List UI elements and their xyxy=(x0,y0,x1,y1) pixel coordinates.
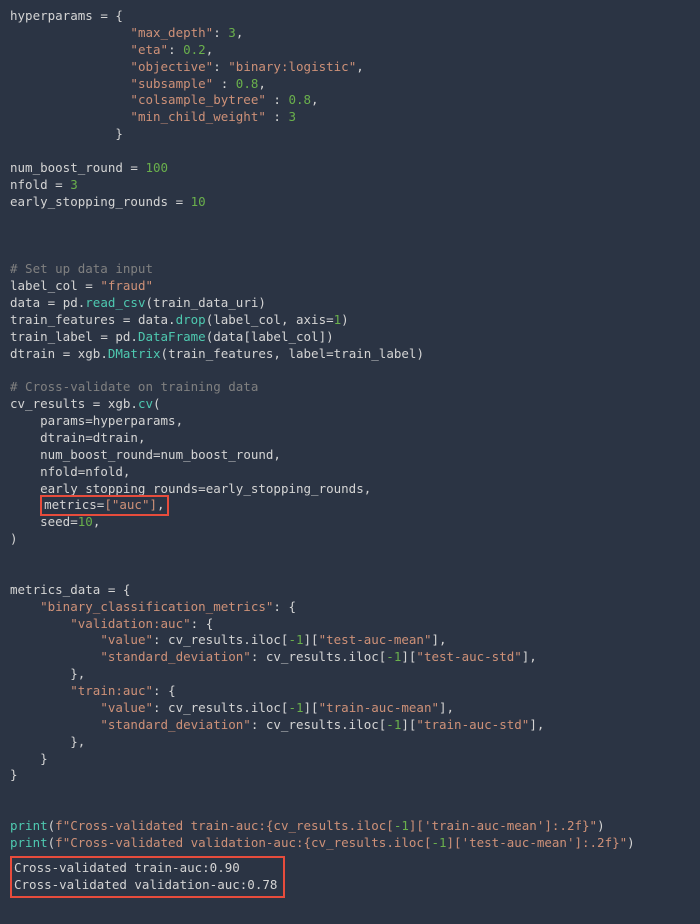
code-line: "max_depth": 3, xyxy=(10,25,243,40)
code-line: "colsample_bytree" : 0.8, xyxy=(10,92,319,107)
code-line: seed=10, xyxy=(10,514,100,529)
code-line: print(f"Cross-validated validation-auc:{… xyxy=(10,835,635,850)
code-line: cv_results = xgb.cv( xyxy=(10,396,161,411)
code-line: num_boost_round = 100 xyxy=(10,160,168,175)
code-comment: # Set up data input xyxy=(10,261,153,276)
code-line: print(f"Cross-validated train-auc:{cv_re… xyxy=(10,818,605,833)
code-line: "binary_classification_metrics": { xyxy=(10,599,296,614)
output-line: Cross-validated validation-auc:0.78 xyxy=(14,877,277,892)
code-line: "validation:auc": { xyxy=(10,616,213,631)
code-line: "value": cv_results.iloc[-1]["test-auc-m… xyxy=(10,632,447,647)
code-line: metrics=["auc"], xyxy=(10,497,169,512)
code-line: early_stopping_rounds=early_stopping_rou… xyxy=(10,481,371,496)
code-line: label_col = "fraud" xyxy=(10,278,153,293)
code-line: "min_child_weight" : 3 xyxy=(10,109,296,124)
code-line: }, xyxy=(10,734,85,749)
output-line: Cross-validated train-auc:0.90 xyxy=(14,860,240,875)
code-line: num_boost_round=num_boost_round, xyxy=(10,447,281,462)
code-line: } xyxy=(10,751,48,766)
code-line: ) xyxy=(10,531,18,546)
output-block: Cross-validated train-auc:0.90 Cross-val… xyxy=(14,860,277,894)
code-line: train_features = data.drop(label_col, ax… xyxy=(10,312,349,327)
code-block: hyperparams = { "max_depth": 3, "eta": 0… xyxy=(10,8,690,852)
code-line: "standard_deviation": cv_results.iloc[-1… xyxy=(10,717,544,732)
code-line: } xyxy=(10,767,18,782)
code-line: train_label = pd.DataFrame(data[label_co… xyxy=(10,329,334,344)
code-line: "objective": "binary:logistic", xyxy=(10,59,364,74)
highlight-metrics: metrics=["auc"], xyxy=(40,495,168,516)
code-comment: # Cross-validate on training data xyxy=(10,379,258,394)
code-line: dtrain=dtrain, xyxy=(10,430,145,445)
code-line: early_stopping_rounds = 10 xyxy=(10,194,206,209)
code-line: dtrain = xgb.DMatrix(train_features, lab… xyxy=(10,346,424,361)
code-line: "standard_deviation": cv_results.iloc[-1… xyxy=(10,649,537,664)
code-line: "value": cv_results.iloc[-1]["train-auc-… xyxy=(10,700,454,715)
code-line: params=hyperparams, xyxy=(10,413,183,428)
code-line: nfold=nfold, xyxy=(10,464,130,479)
code-line: metrics_data = { xyxy=(10,582,130,597)
code-line: "subsample" : 0.8, xyxy=(10,76,266,91)
code-line: } xyxy=(10,126,123,141)
output-highlight-box: Cross-validated train-auc:0.90 Cross-val… xyxy=(10,856,285,898)
code-line: nfold = 3 xyxy=(10,177,78,192)
code-line: data = pd.read_csv(train_data_uri) xyxy=(10,295,266,310)
code-line: }, xyxy=(10,666,85,681)
code-line: "eta": 0.2, xyxy=(10,42,213,57)
code-line: hyperparams = { xyxy=(10,8,123,23)
code-line: "train:auc": { xyxy=(10,683,176,698)
